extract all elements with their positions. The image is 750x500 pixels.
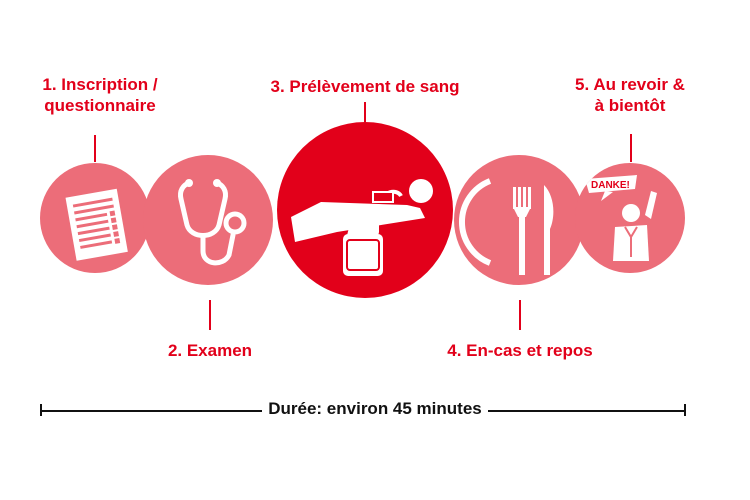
step-1-title: 1. Inscription / xyxy=(42,75,158,94)
step-2-title: 2. Examen xyxy=(167,341,253,360)
connector-3 xyxy=(364,102,366,122)
thank-you-person-icon: DANKE! xyxy=(585,175,657,261)
connector-4 xyxy=(519,300,521,330)
plate-cutlery-icon xyxy=(458,178,554,275)
connector-5 xyxy=(630,134,632,162)
step-5-circle: DANKE! xyxy=(575,163,685,273)
step-5-label: 5. Au revoir & à bientôt xyxy=(560,74,700,116)
connector-1 xyxy=(94,135,96,162)
step-1-circle xyxy=(40,163,150,273)
step-4-label: 4. En-cas et repos xyxy=(400,340,640,361)
step-2-label: 2. Examen xyxy=(120,340,300,361)
step-1-label: 1. Inscription / questionnaire xyxy=(20,74,180,116)
blood-donation-icon xyxy=(291,179,433,276)
stethoscope-icon xyxy=(178,179,247,266)
step-4-title: 4. En-cas et repos xyxy=(447,341,593,360)
badge-text: DANKE! xyxy=(591,180,630,191)
step-3-circle xyxy=(277,122,453,298)
duration-label-wrap: Durée: environ 45 minutes xyxy=(0,399,750,419)
step-3-label: 3. Prélèvement de sang xyxy=(245,76,485,97)
form-icon xyxy=(65,188,128,261)
step-1-subtitle: questionnaire xyxy=(44,96,156,115)
connector-2 xyxy=(209,300,211,330)
step-3-title: 3. Prélèvement de sang xyxy=(270,77,460,96)
step-5-subtitle: à bientôt xyxy=(594,96,666,115)
duration-label: Durée: environ 45 minutes xyxy=(262,399,488,418)
step-2-circle xyxy=(143,155,273,285)
step-4-circle xyxy=(454,155,584,285)
step-5-title: 5. Au revoir & xyxy=(575,75,685,94)
